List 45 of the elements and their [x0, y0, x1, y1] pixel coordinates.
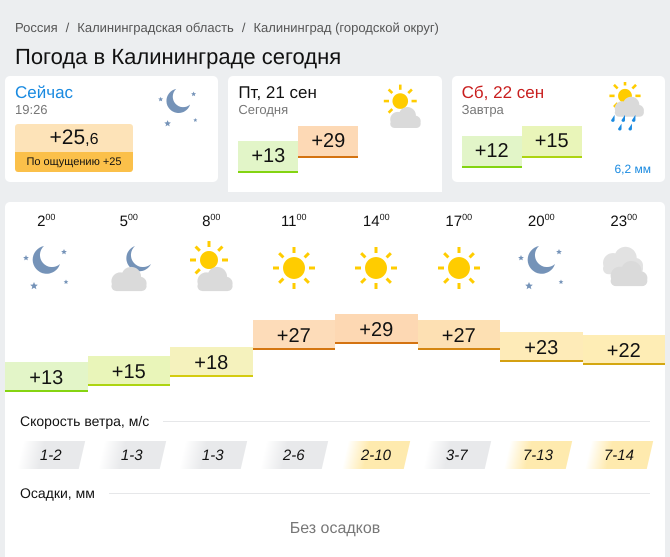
wind-speed-badge: 7-14 [585, 441, 654, 469]
hour-label: 17$^{00}$ [445, 211, 472, 232]
card-subheading: Завтра [462, 102, 505, 118]
hour-label: 8$^{00}$ [202, 211, 220, 232]
hour-label: 5$^{00}$ [120, 211, 138, 232]
hour-label: 23$^{00}$ [610, 211, 638, 232]
hour-label: 11$^{00}$ [280, 211, 307, 232]
temperature-value: +27 [252, 320, 335, 350]
breadcrumb-link[interactable]: Калининградская область [77, 20, 234, 34]
forecast-card[interactable]: Пт, 21 сен Сегодня +13 +29 [228, 76, 442, 192]
wind-speed-badge: 2-10 [341, 441, 410, 469]
section-label: Скорость ветра, м/с [20, 413, 150, 429]
card-heading: Сейчас [15, 83, 74, 102]
hour-label: 2$^{00}$ [37, 211, 56, 232]
temperature-value: +29 [298, 126, 358, 158]
temperature-value: +13 [5, 362, 88, 392]
current-temperature: +25,6 [15, 124, 133, 152]
current-time: 19:26 [15, 102, 49, 118]
card-subheading: Сегодня [238, 102, 290, 118]
temperature-value: +12 [462, 136, 522, 168]
card-heading: Пт, 21 сен [238, 83, 318, 102]
temperature-value: +15 [522, 126, 582, 158]
breadcrumb-link[interactable]: Россия [15, 20, 58, 34]
card-heading: Сб, 22 сен [462, 83, 546, 102]
temperature-value: +27 [418, 320, 500, 350]
temperature-value: +29 [335, 314, 418, 344]
temperature-value: +23 [500, 332, 582, 362]
precipitation-amount: 6,2 мм [614, 162, 651, 176]
breadcrumb-separator: / [66, 20, 70, 34]
temperature-value: +13 [238, 141, 298, 173]
temperature-value: +15 [88, 356, 170, 386]
temperature-value: +18 [170, 347, 252, 377]
feels-like-label: По ощущению +25 [15, 152, 133, 172]
no-precipitation-text: Без осадков [288, 520, 382, 538]
page-title: Погода в Калининграде сегодня [15, 43, 342, 71]
wind-speed-badge: 7-13 [504, 441, 572, 469]
breadcrumb-link[interactable]: Калининград (городской округ) [253, 20, 439, 34]
wind-speed-badge: 2-6 [260, 441, 329, 469]
breadcrumb-separator: / [242, 20, 246, 34]
temperature-value: +22 [582, 335, 665, 365]
hour-label: 14$^{00}$ [362, 211, 390, 232]
section-label: Осадки, мм [20, 485, 95, 501]
forecast-card[interactable]: Сейчас 19:26 +25,6 По ощущению +25 [5, 76, 218, 182]
hour-label: 20$^{00}$ [528, 211, 555, 232]
forecast-card[interactable]: Сб, 22 сен Завтра +12 +15 6,2 мм [452, 76, 665, 182]
